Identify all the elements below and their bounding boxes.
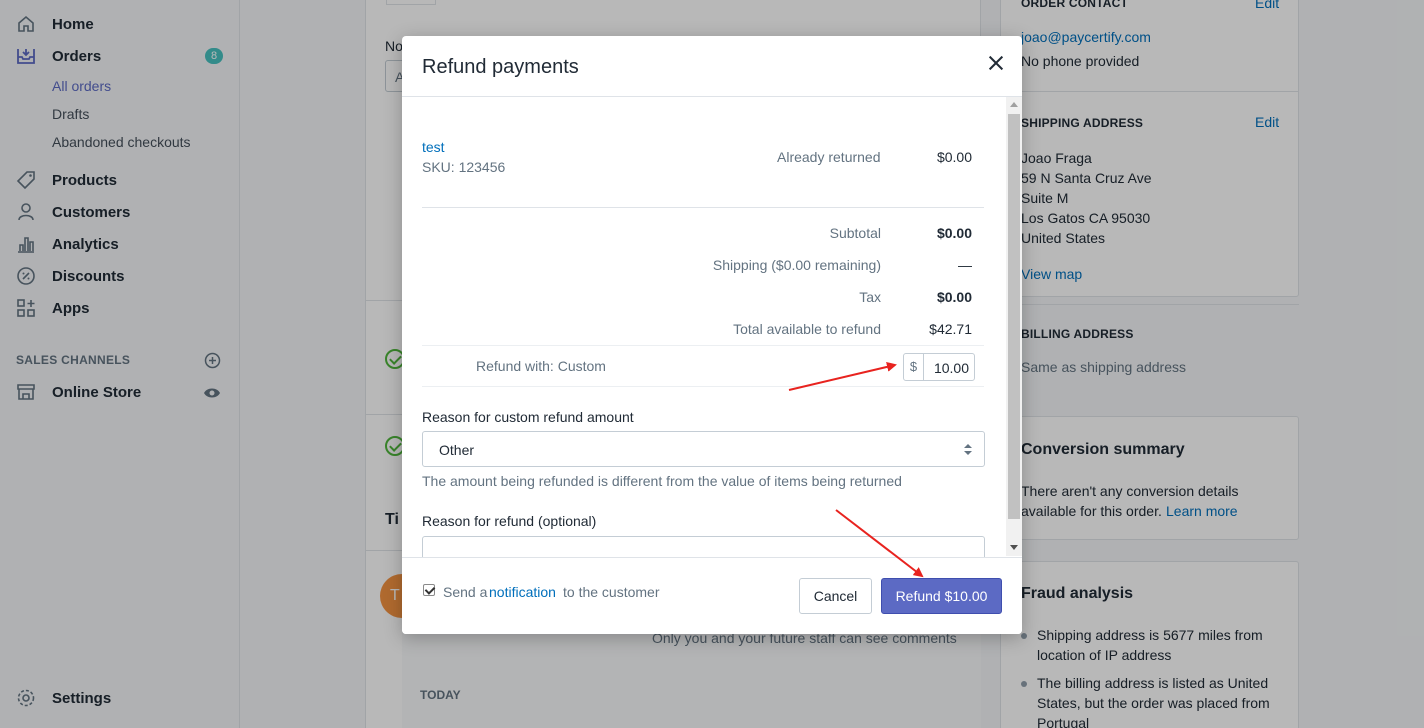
reason-selected-value: Other [439,442,475,458]
subtotal-value: $0.00 [936,225,972,241]
shipping-label: Shipping ($0.00 remaining) [712,257,881,273]
close-icon[interactable] [986,53,1006,73]
reason-optional-label: Reason for refund (optional) [422,513,597,529]
divider [422,386,984,387]
refund-button[interactable]: Refund $10.00 [881,578,1002,614]
total-available-value: $42.71 [929,321,972,337]
scroll-down-icon[interactable] [1010,545,1018,550]
divider [422,207,984,208]
already-returned-label: Already returned [777,149,881,165]
reason-select[interactable]: Other [422,431,985,467]
cancel-button[interactable]: Cancel [799,578,872,614]
scroll-up-icon[interactable] [1010,102,1018,107]
notify-suffix: to the customer [563,584,660,600]
total-available-label: Total available to refund [733,321,881,337]
refund-modal: Refund payments test SKU: 123456 Already… [402,36,1022,634]
reason-custom-label: Reason for custom refund amount [422,409,634,425]
refund-amount-value: 10.00 [933,360,969,376]
notification-link[interactable]: notification [489,584,556,600]
reason-help-text: The amount being refunded is different f… [422,473,902,489]
notify-checkbox[interactable] [423,584,435,596]
tax-value: $0.00 [936,289,972,305]
refund-with-label: Refund with: Custom [476,358,606,374]
divider [422,345,984,346]
item-sku: SKU: 123456 [422,159,506,175]
tax-label: Tax [859,289,881,305]
reason-textarea[interactable] [422,536,985,558]
scrollbar-thumb[interactable] [1008,114,1020,519]
currency-prefix: $ [904,354,924,380]
subtotal-label: Subtotal [829,225,881,241]
modal-title: Refund payments [422,56,579,78]
item-name-link[interactable]: test [422,139,445,155]
notify-prefix: Send a [443,584,488,600]
already-returned-value: $0.00 [936,149,972,165]
shipping-value: — [958,257,972,273]
refund-amount-input[interactable]: $ 10.00 [903,353,975,381]
select-chevron-icon [964,442,972,458]
modal-header: Refund payments [402,36,1022,97]
